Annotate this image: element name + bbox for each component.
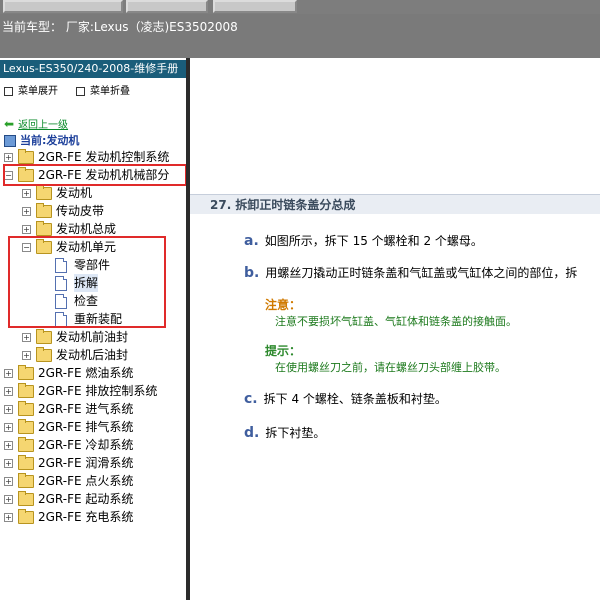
step-marker: b. — [244, 265, 260, 281]
folder-icon — [18, 419, 34, 434]
step-d: d. 拆下衬垫。 — [244, 424, 325, 441]
back-arrow-icon: ⬅ — [4, 117, 15, 131]
expand-plus-icon[interactable]: + — [4, 513, 13, 522]
tree-item-label: 2GR-FE 排放控制系统 — [38, 384, 158, 398]
tip-title: 提示： — [265, 344, 302, 358]
back-link-label: 返回上一级 — [18, 120, 69, 131]
current-section: 当前:发动机 — [4, 132, 79, 148]
expand-plus-icon[interactable]: + — [4, 369, 13, 378]
folder-icon — [18, 437, 34, 452]
toolbar-button-1[interactable] — [3, 0, 123, 13]
step-b: b. 用螺丝刀撬动正时链条盖和气缸盖或气缸体之间的部位，拆 — [244, 264, 577, 281]
folder-icon — [36, 329, 52, 344]
tree-item-label: 2GR-FE 排气系统 — [38, 420, 134, 434]
collapse-icon — [76, 86, 85, 96]
tree-item-label: 发动机后油封 — [56, 348, 129, 362]
sidebar: Lexus-ES350/240-2008-维修手册 菜单展开 菜单折叠 ⬅ 返回上… — [0, 58, 186, 600]
current-vehicle-text: 当前车型： 厂家:Lexus（凌志)ES3502008 — [2, 20, 238, 34]
tree-item-label: 2GR-FE 冷却系统 — [38, 438, 134, 452]
step-marker: a. — [244, 233, 259, 249]
expand-plus-icon[interactable]: + — [4, 153, 13, 162]
folder-icon — [18, 383, 34, 398]
step-marker: c. — [244, 391, 258, 407]
tree-item-label: 2GR-FE 润滑系统 — [38, 456, 134, 470]
step-a: a. 如图所示，拆下 15 个螺栓和 2 个螺母。 — [244, 232, 483, 249]
expand-all-label: 菜单展开 — [18, 86, 58, 97]
collapse-all-label: 菜单折叠 — [90, 86, 130, 97]
tree-item-drive-belt[interactable]: + 传动皮带 — [0, 202, 186, 220]
tree-item-label: 2GR-FE 充电系统 — [38, 510, 134, 524]
step-c: c. 拆下 4 个螺栓、链条盖板和衬垫。 — [244, 390, 447, 407]
folder-icon — [18, 149, 34, 164]
expand-plus-icon[interactable]: + — [4, 441, 13, 450]
tree-item-label: 发动机 — [56, 186, 93, 200]
folder-icon — [18, 455, 34, 470]
step-text: 拆下 4 个螺栓、链条盖板和衬垫。 — [263, 392, 447, 406]
toolbar-button-2[interactable] — [126, 0, 208, 13]
folder-icon — [36, 347, 52, 362]
expand-plus-icon[interactable]: + — [4, 423, 13, 432]
collapse-all-button[interactable]: 菜单折叠 — [76, 82, 130, 97]
tree-item-intake-system[interactable]: + 2GR-FE 进气系统 — [0, 400, 186, 418]
step-text: 如图所示，拆下 15 个螺栓和 2 个螺母。 — [264, 234, 483, 248]
back-link[interactable]: ⬅ 返回上一级 — [4, 116, 68, 131]
step-text: 拆下衬垫。 — [265, 426, 326, 440]
tree-item-front-oil-seal[interactable]: + 发动机前油封 — [0, 328, 186, 346]
expand-icon — [4, 86, 13, 96]
tree-item-charging-system[interactable]: + 2GR-FE 充电系统 — [0, 508, 186, 526]
folder-icon — [18, 473, 34, 488]
folder-icon — [36, 185, 52, 200]
folder-icon — [36, 203, 52, 218]
expand-plus-icon[interactable]: + — [4, 405, 13, 414]
folder-icon — [18, 509, 34, 524]
tree-item-rear-oil-seal[interactable]: + 发动机后油封 — [0, 346, 186, 364]
tree-item-exhaust-system[interactable]: + 2GR-FE 排气系统 — [0, 418, 186, 436]
expand-all-button[interactable]: 菜单展开 — [4, 82, 58, 97]
tree-item-emission-control[interactable]: + 2GR-FE 排放控制系统 — [0, 382, 186, 400]
expand-plus-icon[interactable]: + — [4, 387, 13, 396]
tree-item-cooling-system[interactable]: + 2GR-FE 冷却系统 — [0, 436, 186, 454]
content-pane: 27. 拆卸正时链条盖分总成 a. 如图所示，拆下 15 个螺栓和 2 个螺母。 … — [190, 58, 600, 600]
tree-item-lubrication-system[interactable]: + 2GR-FE 润滑系统 — [0, 454, 186, 472]
caution-title: 注意： — [265, 298, 302, 312]
expand-plus-icon[interactable]: + — [4, 459, 13, 468]
tree-item-label: 2GR-FE 起动系统 — [38, 492, 134, 506]
toolbar-button-3[interactable] — [213, 0, 297, 13]
folder-icon — [18, 491, 34, 506]
folder-icon — [18, 365, 34, 380]
current-section-label: 当前:发动机 — [20, 134, 80, 147]
expand-plus-icon[interactable]: + — [22, 225, 31, 234]
tree-item-label: 2GR-FE 燃油系统 — [38, 366, 134, 380]
tree-item-fuel-system[interactable]: + 2GR-FE 燃油系统 — [0, 364, 186, 382]
highlight-box — [3, 164, 186, 186]
tree-item-starting-system[interactable]: + 2GR-FE 起动系统 — [0, 490, 186, 508]
expand-plus-icon[interactable]: + — [22, 189, 31, 198]
current-vehicle-bar: 当前车型： 厂家:Lexus（凌志)ES3502008 — [0, 14, 600, 58]
tree-item-engine[interactable]: + 发动机 — [0, 184, 186, 202]
caution-body: 注意不要损坏气缸盖、气缸体和链条盖的接触面。 — [275, 315, 517, 328]
folder-icon — [36, 221, 52, 236]
expand-plus-icon[interactable]: + — [22, 207, 31, 216]
top-toolbar — [0, 0, 600, 14]
expand-plus-icon[interactable]: + — [22, 351, 31, 360]
section-title: 27. 拆卸正时链条盖分总成 — [190, 194, 600, 214]
expand-plus-icon[interactable]: + — [22, 333, 31, 342]
tree-item-label: 2GR-FE 进气系统 — [38, 402, 134, 416]
tree-item-ignition-system[interactable]: + 2GR-FE 点火系统 — [0, 472, 186, 490]
expand-plus-icon[interactable]: + — [4, 477, 13, 486]
tree-item-label: 传动皮带 — [56, 204, 105, 218]
expand-plus-icon[interactable]: + — [4, 495, 13, 504]
step-marker: d. — [244, 425, 260, 441]
computer-icon — [4, 135, 16, 147]
highlight-box — [8, 236, 166, 328]
folder-icon — [18, 401, 34, 416]
step-text: 用螺丝刀撬动正时链条盖和气缸盖或气缸体之间的部位，拆 — [265, 266, 578, 280]
tree-item-label: 发动机前油封 — [56, 330, 129, 344]
manual-title: Lexus-ES350/240-2008-维修手册 — [0, 60, 186, 78]
tree-item-label: 2GR-FE 点火系统 — [38, 474, 134, 488]
tip-body: 在使用螺丝刀之前，请在螺丝刀头部缠上胶带。 — [275, 361, 506, 374]
